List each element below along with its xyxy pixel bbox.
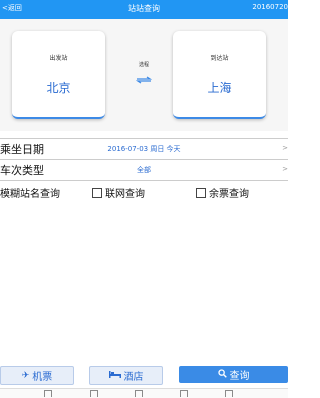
swap-arrows-icon — [136, 76, 152, 84]
tab-settings-icon[interactable] — [225, 390, 233, 397]
bed-icon — [108, 370, 121, 381]
search-icon — [217, 368, 227, 381]
tab-orders-icon[interactable] — [90, 390, 98, 397]
search-form: 乘坐日期 2016-07-03 周日 今天 > 车次类型 全部 > 模糊站名查询… — [0, 138, 288, 201]
station-selector: 出发站 北京 选程 到达站 上海 — [0, 19, 288, 131]
header-date: 20160720 — [252, 3, 288, 11]
remaining-tickets-checkbox[interactable]: 余票查询 — [196, 185, 249, 200]
checkbox-icon — [92, 187, 102, 198]
to-station-label: 到达站 — [210, 55, 229, 62]
page-title: 站站查询 — [128, 4, 160, 13]
checkbox-icon — [196, 187, 206, 198]
fuzzy-search-label: 模糊站名查询 — [0, 189, 60, 200]
hotel-button[interactable]: 酒店 — [89, 366, 163, 385]
swap-stations-button[interactable]: 选程 — [126, 61, 162, 84]
online-search-label: 联网查询 — [105, 189, 145, 200]
search-options: 模糊站名查询 联网查询 余票查询 — [0, 181, 288, 201]
online-search-checkbox[interactable]: 联网查询 — [92, 185, 145, 200]
top-bar: <返回 站站查询 20160720 — [0, 0, 288, 19]
plane-icon: ✈ — [21, 370, 30, 381]
train-type-value: 全部 — [137, 166, 151, 174]
hotel-button-label: 酒店 — [123, 372, 144, 383]
flight-button[interactable]: ✈ 机票 — [0, 366, 74, 385]
date-value: 2016-07-03 周日 今天 — [107, 145, 181, 153]
search-button[interactable]: 查询 — [179, 366, 288, 383]
to-station-card[interactable]: 到达站 上海 — [173, 31, 266, 119]
remaining-tickets-label: 余票查询 — [209, 189, 249, 200]
search-button-label: 查询 — [229, 371, 250, 382]
tab-query-icon[interactable] — [44, 390, 52, 397]
to-station-city: 上海 — [207, 81, 232, 95]
swap-label: 选程 — [138, 62, 149, 68]
tab-cart-icon[interactable] — [180, 390, 188, 397]
from-station-label: 出发站 — [49, 55, 68, 62]
tab-home-icon[interactable] — [135, 390, 143, 397]
from-station-card[interactable]: 出发站 北京 — [12, 31, 105, 119]
flight-button-label: 机票 — [32, 372, 53, 383]
date-row[interactable]: 乘坐日期 2016-07-03 周日 今天 > — [0, 138, 288, 160]
fuzzy-search-option[interactable]: 模糊站名查询 — [0, 185, 60, 200]
train-type-row[interactable]: 车次类型 全部 > — [0, 160, 288, 181]
chevron-right-icon: > — [282, 144, 288, 152]
chevron-right-icon: > — [282, 165, 288, 173]
from-station-city: 北京 — [46, 81, 71, 95]
